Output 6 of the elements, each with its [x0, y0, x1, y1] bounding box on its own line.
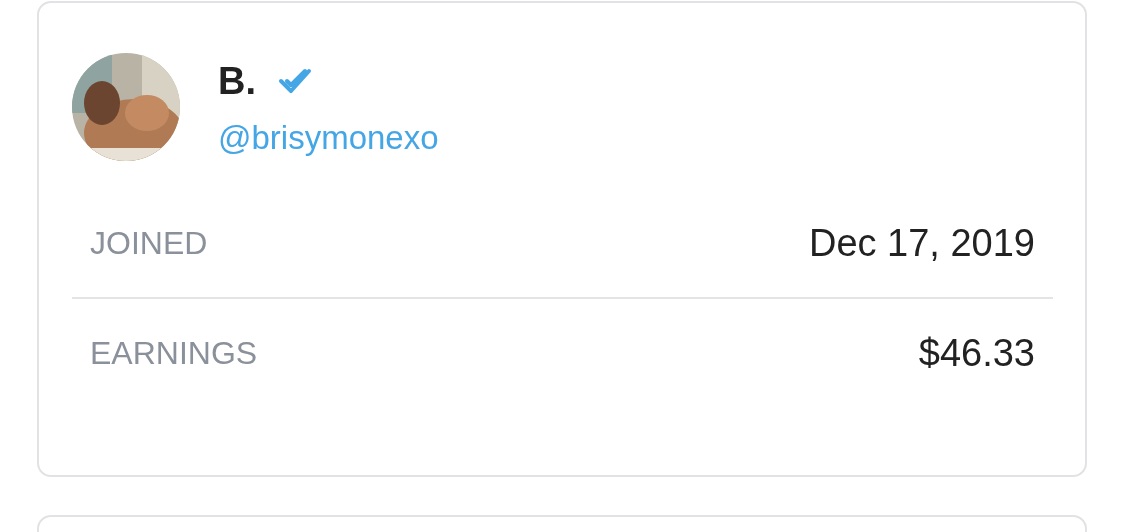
stat-value: Dec 17, 2019	[808, 221, 1035, 265]
stat-label: JOINED	[90, 224, 208, 262]
stat-value: $46.33	[918, 331, 1035, 375]
stat-label: EARNINGS	[90, 334, 258, 372]
user-name: B.	[218, 59, 256, 103]
user-handle: @brisymonexo	[218, 119, 439, 157]
